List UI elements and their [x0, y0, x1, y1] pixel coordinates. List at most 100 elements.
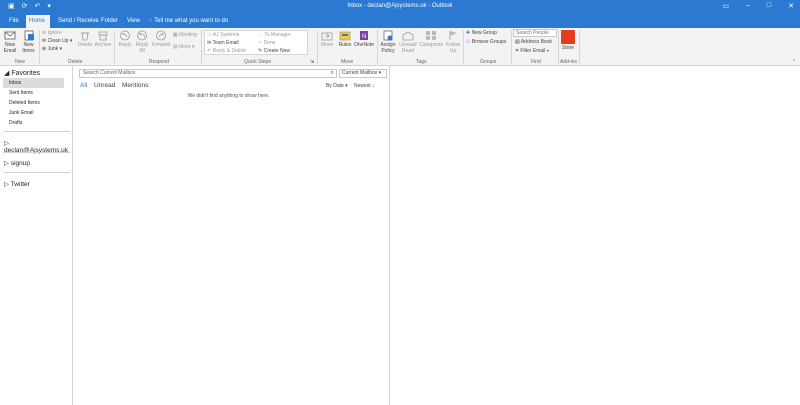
- archive-button[interactable]: Archive: [94, 30, 112, 48]
- quick-steps-gallery: ▭ AJ Systems ✉ Team Email ↶ Reply & Dele…: [204, 30, 308, 55]
- onenote-button[interactable]: N OneNote: [354, 30, 374, 48]
- qs-create-new-label: Create New: [263, 48, 290, 54]
- qs-aj-systems-label: AJ Systems: [212, 32, 240, 38]
- folder-inbox[interactable]: Inbox: [3, 78, 64, 88]
- search-input[interactable]: Search Current Mailbox ⌕: [79, 69, 337, 78]
- group-label-find: Find: [531, 59, 541, 65]
- reply-all-button[interactable]: Reply All: [134, 30, 150, 54]
- group-label-quick-steps: Quick Steps: [244, 59, 271, 65]
- more-respond-button[interactable]: ▤ More ▾: [173, 44, 194, 51]
- reading-pane: [390, 66, 800, 405]
- filter-tab-mentions[interactable]: Mentions: [122, 82, 148, 89]
- expand-arrow-icon: ▷: [4, 160, 11, 167]
- tab-folder[interactable]: Folder: [98, 15, 121, 28]
- search-people-input[interactable]: Search People: [513, 29, 557, 37]
- qs-create-new[interactable]: ✎ Create New: [258, 48, 290, 55]
- move-button[interactable]: Move: [319, 30, 335, 48]
- collapse-ribbon-icon[interactable]: ⌃: [792, 59, 796, 66]
- qs-team-email-label: Team Email: [212, 40, 239, 46]
- store-label[interactable]: Store: [562, 45, 574, 52]
- quick-steps-launcher-icon[interactable]: ⇲: [310, 59, 314, 66]
- tell-me-box[interactable]: ◌ Tell me what you want to do: [149, 15, 228, 27]
- clean-up-button[interactable]: ✉ Clean Up ▾: [42, 38, 72, 45]
- sort-by-dropdown[interactable]: By Date ▾: [326, 83, 348, 89]
- tab-file[interactable]: File: [6, 15, 22, 28]
- qs-reply-delete[interactable]: ↶ Reply & Delete: [207, 48, 246, 55]
- follow-up-label: Follow Up: [445, 42, 461, 54]
- account-twitter[interactable]: ▷ Twitter: [4, 180, 30, 188]
- new-group-button[interactable]: ✚ New Group: [466, 30, 497, 37]
- junk-button[interactable]: ⊗ Junk ▾: [42, 46, 62, 53]
- reply-all-label: Reply All: [135, 42, 149, 54]
- search-icon[interactable]: ⌕: [331, 70, 334, 77]
- rules-button[interactable]: Rules: [337, 30, 353, 48]
- meeting-button[interactable]: ▦ Meeting: [173, 32, 197, 39]
- store-icon[interactable]: [561, 30, 575, 44]
- search-placeholder: Search Current Mailbox: [83, 70, 136, 76]
- group-separator: [317, 30, 318, 64]
- filter-email-button[interactable]: ⏷ Filter Email ▾: [515, 48, 549, 55]
- address-book-button[interactable]: ▤ Address Book: [515, 39, 552, 46]
- qs-to-manager-label: To Manager: [264, 32, 291, 38]
- group-separator: [463, 30, 464, 64]
- categorize-label: Categorize: [419, 42, 444, 48]
- close-icon[interactable]: ✕: [788, 2, 794, 10]
- assign-policy-label: Assign Policy: [380, 42, 396, 54]
- rules-icon: [339, 31, 351, 41]
- assign-policy-button[interactable]: Assign Policy: [379, 30, 397, 54]
- search-scope-label: Current Mailbox: [342, 70, 378, 76]
- favorites-header[interactable]: ◢ Favorites: [4, 69, 40, 77]
- more-label: More: [179, 44, 191, 50]
- address-book-label: Address Book: [520, 39, 552, 45]
- tab-view[interactable]: View: [124, 15, 143, 28]
- window-controls: ▭ – □ ✕: [722, 2, 794, 10]
- tab-home[interactable]: Home: [26, 15, 50, 28]
- move-icon: [321, 32, 333, 41]
- ribbon-display-icon[interactable]: ▭: [722, 2, 729, 10]
- filter-tab-unread[interactable]: Unread: [94, 82, 115, 89]
- ignore-button[interactable]: ⊘ Ignore: [42, 30, 62, 37]
- tell-me-label: Tell me what you want to do: [154, 18, 229, 24]
- follow-up-button[interactable]: Follow Up: [444, 30, 462, 54]
- reply-icon: [120, 30, 130, 41]
- new-email-button[interactable]: New Email: [2, 30, 18, 54]
- forward-icon: [156, 30, 166, 41]
- folder-deleted-items[interactable]: Deleted Items: [3, 98, 64, 108]
- qs-team-email[interactable]: ✉ Team Email: [207, 40, 239, 47]
- account-signup[interactable]: ▷ signup: [4, 159, 30, 167]
- categorize-button[interactable]: Categorize: [419, 30, 443, 48]
- folder-drafts[interactable]: Drafts: [3, 118, 64, 128]
- group-separator: [511, 30, 512, 64]
- title-bar: ▣ ⟳ ↶ ▾ Inbox - declan@Ajsystems.uk - Ou…: [0, 0, 800, 14]
- sort-order-toggle[interactable]: Newest ↓: [354, 83, 375, 89]
- unread-read-button[interactable]: Unread/ Read: [398, 30, 418, 54]
- filter-tab-all[interactable]: All: [80, 82, 87, 89]
- flag-icon: [449, 31, 457, 40]
- favorites-label: Favorites: [11, 70, 41, 77]
- qs-aj-systems[interactable]: ▭ AJ Systems: [207, 32, 239, 39]
- folder-junk-email[interactable]: Junk Email: [3, 108, 64, 118]
- folder-sent-items[interactable]: Sent Items: [3, 88, 64, 98]
- onenote-label: OneNote: [354, 42, 375, 48]
- folder-pane: ◢ Favorites Inbox Sent Items Deleted Ite…: [0, 66, 73, 405]
- new-items-label: New Items: [22, 42, 35, 54]
- qs-to-manager[interactable]: → To Manager: [258, 32, 291, 39]
- delete-icon: [81, 32, 89, 41]
- arrow-down-icon: ↓: [372, 83, 375, 89]
- search-scope-dropdown[interactable]: Current Mailbox ▾: [339, 69, 387, 78]
- qs-done[interactable]: ✓ Done: [258, 40, 276, 47]
- new-items-button[interactable]: New Items: [20, 30, 37, 54]
- reply-label: Reply: [118, 42, 132, 48]
- group-separator: [558, 30, 559, 64]
- reply-button[interactable]: Reply: [117, 30, 133, 48]
- delete-button[interactable]: Delete: [76, 30, 94, 48]
- group-label-new: New: [15, 59, 26, 65]
- tab-send-receive[interactable]: Send / Receive: [55, 15, 102, 28]
- reply-all-icon: [137, 30, 147, 41]
- ribbon-tabs: File Home Send / Receive Folder View ◌ T…: [0, 14, 800, 28]
- divider: [3, 172, 70, 173]
- maximize-icon[interactable]: □: [767, 2, 771, 10]
- forward-button[interactable]: Forward: [151, 30, 171, 48]
- minimize-icon[interactable]: –: [746, 2, 750, 10]
- browse-groups-button[interactable]: ⚇ Browse Groups: [466, 39, 506, 46]
